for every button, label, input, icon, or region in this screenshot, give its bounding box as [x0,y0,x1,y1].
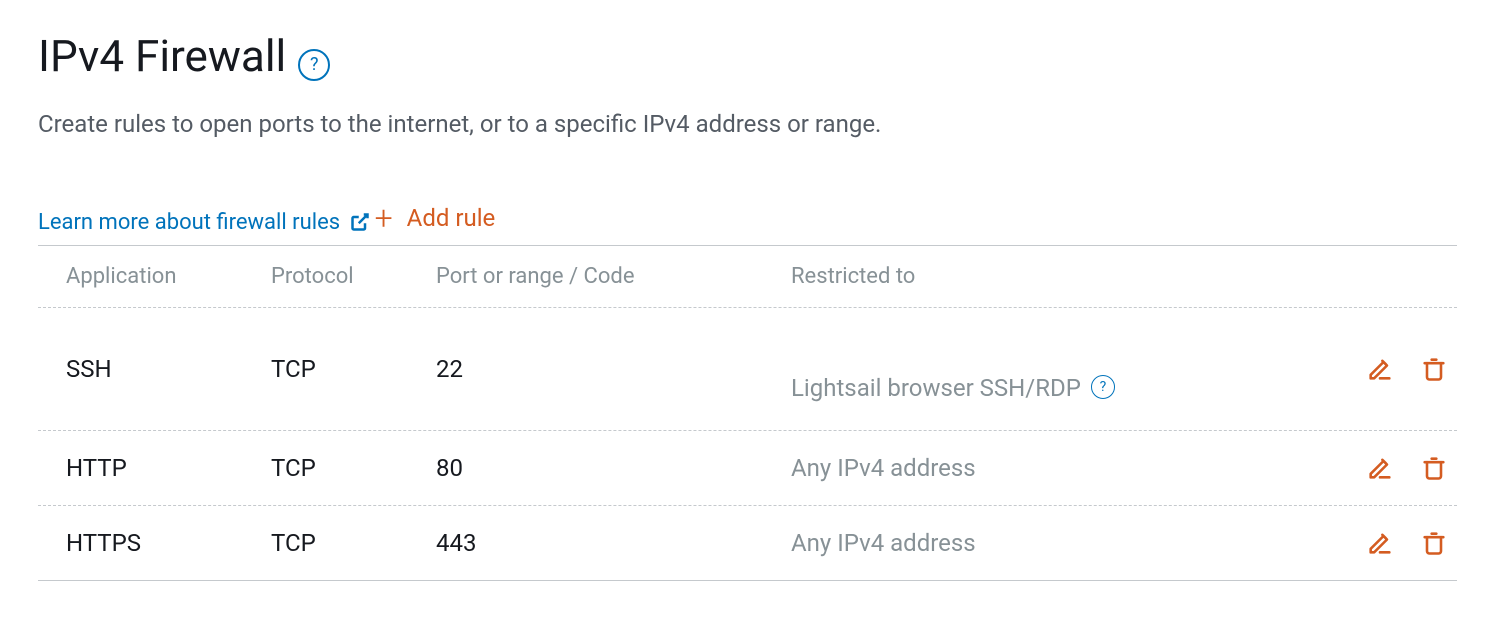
cell-application: HTTPS [66,529,271,557]
cell-protocol: TCP [271,454,436,482]
external-link-icon [350,212,370,232]
edit-icon[interactable] [1365,528,1395,558]
cell-protocol: TCP [271,355,436,383]
cell-port: 80 [436,454,791,482]
edit-icon[interactable] [1365,354,1395,384]
column-protocol: Protocol [271,264,436,289]
table-header: Application Protocol Port or range / Cod… [38,245,1457,308]
table-row: HTTPS TCP 443 Any IPv4 address [38,506,1457,581]
table-row: HTTP TCP 80 Any IPv4 address [38,431,1457,506]
add-rule-label: Add rule [407,204,496,232]
help-icon[interactable]: ? [298,49,330,81]
column-restricted: Restricted to [791,264,1339,289]
firewall-rules-table: Application Protocol Port or range / Cod… [38,245,1457,581]
cell-restricted: Any IPv4 address [791,529,1339,557]
column-application: Application [66,264,271,289]
page-title: IPv4 Firewall [38,32,286,80]
cell-application: SSH [66,355,271,383]
cell-restricted: Lightsail browser SSH/RDP ? [791,336,1339,402]
subtitle-text: Create rules to open ports to the intern… [38,110,1457,138]
trash-icon[interactable] [1419,453,1449,483]
column-port: Port or range / Code [436,264,791,289]
cell-application: HTTP [66,454,271,482]
cell-restricted: Any IPv4 address [791,454,1339,482]
edit-icon[interactable] [1365,453,1395,483]
learn-more-link[interactable]: Learn more about firewall rules [38,210,370,235]
learn-more-label: Learn more about firewall rules [38,210,340,235]
plus-icon: + [375,202,393,234]
help-icon[interactable]: ? [1091,375,1115,399]
trash-icon[interactable] [1419,354,1449,384]
add-rule-button[interactable]: + Add rule [375,202,496,234]
trash-icon[interactable] [1419,528,1449,558]
restricted-label: Lightsail browser SSH/RDP [791,374,1081,402]
cell-port: 22 [436,355,791,383]
cell-protocol: TCP [271,529,436,557]
table-row: SSH TCP 22 Lightsail browser SSH/RDP ? [38,308,1457,431]
cell-port: 443 [436,529,791,557]
